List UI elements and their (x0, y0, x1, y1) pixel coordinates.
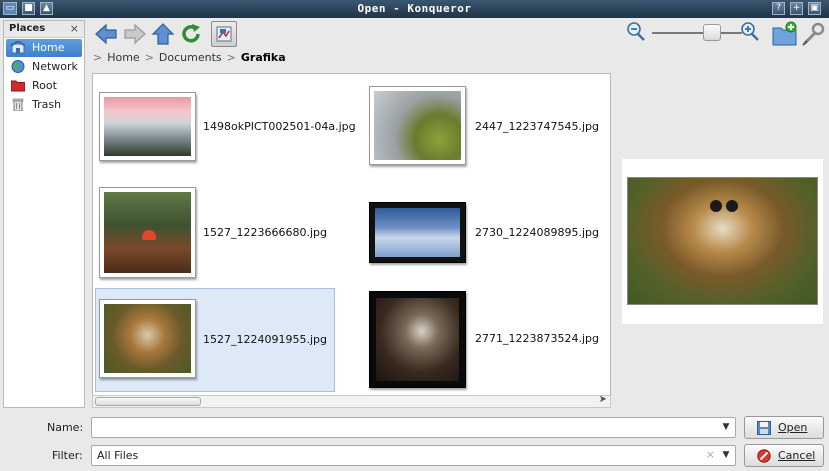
file-name: 2771_1223873524.jpg (475, 332, 599, 345)
help-button[interactable]: ? (772, 2, 785, 15)
up-icon[interactable] (151, 22, 175, 46)
places-panel: Places × Home Network Root Trash (3, 20, 85, 408)
breadcrumb-home[interactable]: Home (107, 51, 139, 64)
globe-icon (11, 60, 25, 73)
scroll-right-icon[interactable]: ➤ (599, 394, 607, 405)
zoom-slider-handle[interactable] (703, 24, 721, 41)
cancel-button[interactable]: Cancel (744, 444, 824, 467)
back-icon[interactable] (94, 22, 118, 46)
place-label: Root (32, 79, 57, 92)
file-item[interactable]: 2730_1224089895.jpg (365, 182, 610, 286)
new-folder-icon[interactable] (772, 21, 798, 47)
trash-icon (12, 98, 24, 111)
close-button[interactable]: ▣ (808, 2, 821, 15)
breadcrumb-documents[interactable]: Documents (159, 51, 222, 64)
preview-toggle-button[interactable] (211, 21, 237, 47)
horizontal-scrollbar[interactable]: ➤ (92, 394, 611, 408)
red-folder-icon (11, 80, 25, 92)
place-label: Network (32, 60, 78, 73)
filter-label: Filter: (52, 449, 83, 462)
file-item[interactable]: 2771_1223873524.jpg (365, 288, 610, 392)
breadcrumb-separator: > (144, 51, 154, 64)
image-preview-icon (216, 26, 232, 42)
maximize-button[interactable]: + (790, 2, 803, 15)
open-button[interactable]: Open (744, 416, 824, 439)
home-icon (11, 41, 25, 54)
places-close-icon[interactable]: × (70, 22, 79, 35)
preview-image (627, 177, 818, 305)
chevron-down-icon[interactable]: ▼ (719, 420, 733, 435)
file-item[interactable]: 1527_1223666680.jpg (95, 182, 363, 286)
image-preview-pane (622, 159, 823, 324)
place-root[interactable]: Root (6, 77, 82, 95)
file-thumbnail (369, 291, 466, 388)
place-trash[interactable]: Trash (6, 96, 82, 114)
filter-value: All Files (97, 449, 139, 462)
floppy-icon (757, 421, 771, 435)
forward-icon[interactable] (123, 22, 147, 46)
cancel-label: Cancel (778, 449, 816, 462)
zoom-in-icon[interactable] (740, 21, 760, 43)
breadcrumb: > Home > Documents > Grafika (93, 51, 286, 64)
file-thumbnail (99, 299, 196, 378)
name-label: Name: (47, 421, 84, 434)
file-thumbnail (99, 92, 196, 161)
places-header: Places × (4, 21, 84, 38)
zoom-slider-track[interactable] (652, 32, 742, 34)
file-item-selected[interactable]: 1527_1224091955.jpg (95, 288, 335, 392)
file-thumbnail (99, 187, 196, 278)
breadcrumb-separator: > (93, 51, 103, 64)
place-label: Home (32, 41, 65, 54)
reload-icon[interactable] (179, 22, 203, 46)
scrollbar-handle[interactable] (95, 397, 201, 406)
file-name: 2447_1223747545.jpg (475, 120, 599, 133)
file-name: 2730_1224089895.jpg (475, 226, 599, 239)
clear-icon[interactable]: × (706, 448, 715, 461)
file-view[interactable]: 1498okPICT002501-04a.jpg 2447_1223747545… (92, 73, 611, 408)
file-name: 1498okPICT002501-04a.jpg (203, 120, 356, 133)
place-home[interactable]: Home (6, 39, 82, 57)
places-title: Places (9, 23, 46, 34)
window-title: Open - Konqueror (357, 2, 472, 15)
place-network[interactable]: Network (6, 58, 82, 76)
file-thumbnail (369, 86, 466, 165)
file-item[interactable]: 1498okPICT002501-04a.jpg (95, 76, 363, 180)
chevron-down-icon[interactable]: ▼ (719, 448, 733, 463)
open-label: Open (778, 421, 808, 434)
file-thumbnail (369, 202, 466, 263)
cancel-icon (757, 449, 771, 463)
file-name: 1527_1223666680.jpg (203, 226, 327, 239)
place-label: Trash (32, 98, 62, 111)
file-name: 1527_1224091955.jpg (203, 333, 327, 346)
title-bar: ▭ ■ ▲ Open - Konqueror ? + ▣ (0, 0, 829, 18)
options-icon[interactable] (801, 21, 825, 47)
breadcrumb-grafika[interactable]: Grafika (241, 51, 286, 64)
file-item[interactable]: 2447_1223747545.jpg (365, 76, 610, 180)
filter-select[interactable]: All Files × ▼ (91, 445, 736, 466)
name-input[interactable]: ▼ (91, 417, 736, 438)
breadcrumb-separator: > (226, 51, 236, 64)
zoom-out-icon[interactable] (626, 21, 646, 43)
